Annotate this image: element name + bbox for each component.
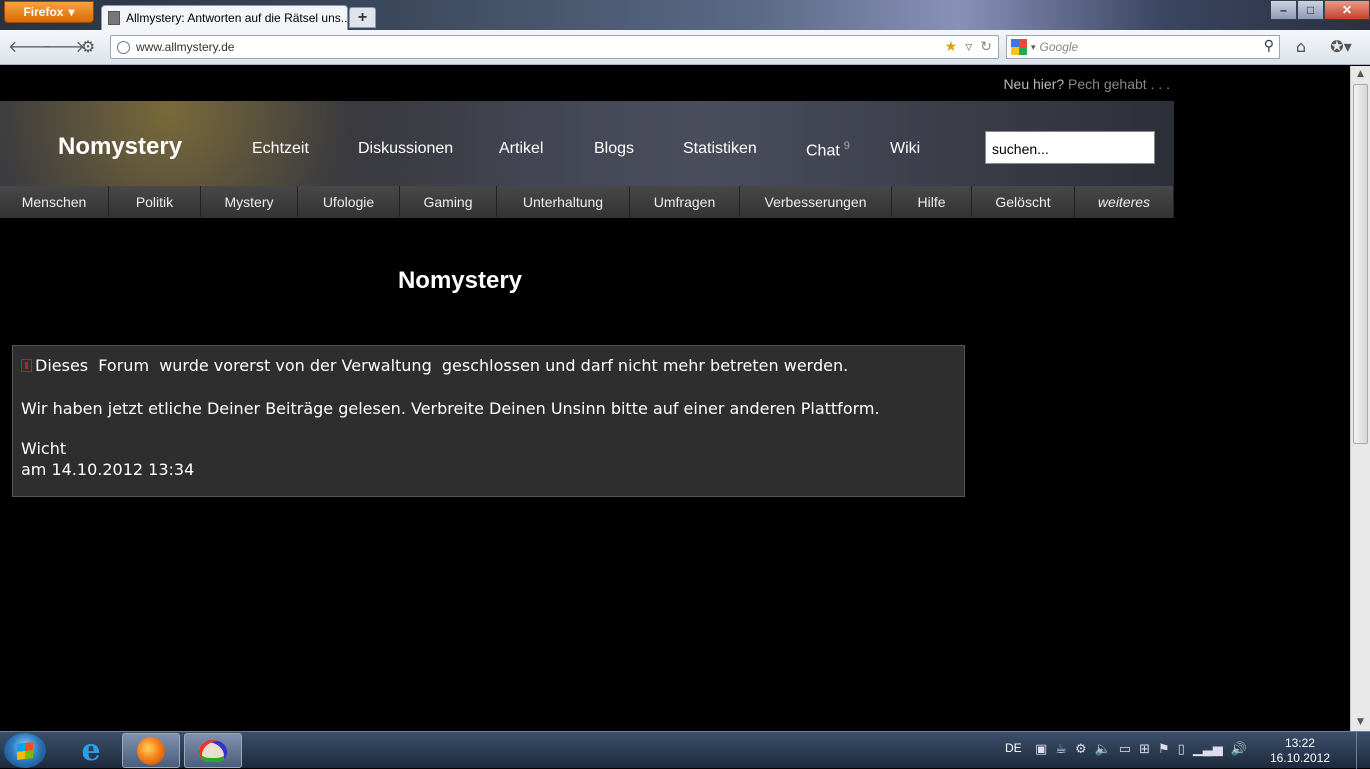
taskbar-paint[interactable] [184, 733, 242, 768]
bookmark-star-icon[interactable]: ★ [945, 39, 958, 55]
firefox-menu-button[interactable]: Firefox ▾ [4, 1, 94, 23]
category-gaming[interactable]: Gaming [400, 186, 497, 218]
nav-item-chat[interactable]: Chat 9 [806, 140, 850, 160]
action-center-flag-icon[interactable]: ⚑ [1158, 742, 1170, 758]
search-placeholder: Google [1039, 40, 1079, 54]
url-text: www.allmystery.de [136, 40, 235, 54]
battery-icon[interactable]: ▯ [1178, 742, 1185, 758]
search-bar[interactable]: ▾ Google ⚲ [1006, 35, 1280, 59]
volume-muted-icon[interactable]: 🔈 [1095, 742, 1111, 758]
taskbar-firefox[interactable] [122, 733, 180, 768]
show-desktop-button[interactable] [1356, 732, 1370, 769]
nav-item-artikel[interactable]: Artikel [499, 140, 543, 158]
device-icon[interactable]: ⚙ [1075, 742, 1087, 758]
nav-item-echtzeit[interactable]: Echtzeit [252, 140, 309, 158]
notice-date: am 14.10.2012 13:34 [21, 460, 195, 479]
forward-arrow-icon[interactable]: 🡒 [42, 38, 85, 56]
clock-date: 16.10.2012 [1269, 751, 1330, 765]
firefox-menu-label: Firefox [23, 5, 64, 19]
network-app-icon[interactable]: ▣ [1035, 742, 1047, 758]
warning-icon [21, 359, 32, 372]
category-bar: Menschen Politik Mystery Ufologie Gaming… [0, 186, 1174, 218]
google-logo-icon [1011, 39, 1027, 55]
browser-navbar: 🡐 🡒 ⚙ www.allmystery.de ★ ▿ ↻ ▾ Google ⚲… [0, 30, 1370, 65]
category-verbesserungen[interactable]: Verbesserungen [740, 186, 892, 218]
clock-time: 13:22 [1284, 736, 1315, 750]
home-icon[interactable]: ⌂ [1291, 38, 1311, 56]
signal-bars-icon[interactable]: ▁▃▅ [1193, 742, 1223, 758]
chevron-down-icon: ▾ [68, 5, 75, 19]
notice-author: Wicht [21, 439, 67, 458]
browser-tab-active[interactable]: Allmystery: Antworten auf die Rätsel uns… [101, 5, 348, 30]
nav-item-wiki[interactable]: Wiki [890, 140, 920, 158]
category-weiteres[interactable]: weiteres [1075, 186, 1174, 218]
maximize-button[interactable]: □ [1297, 0, 1324, 20]
minimize-button[interactable]: – [1270, 0, 1297, 20]
tab-title: Allmystery: Antworten auf die Rätsel uns… [126, 11, 348, 25]
window-titlebar: Firefox ▾ Allmystery: Antworten auf die … [0, 0, 1370, 30]
page-content: Neu hier? Pech gehabt . . . Nomystery Ec… [0, 66, 1350, 731]
url-bar[interactable]: www.allmystery.de ★ ▿ ↻ [110, 35, 999, 59]
search-engine-dropdown-icon[interactable]: ▾ [1031, 42, 1036, 53]
favicon-icon [108, 11, 120, 25]
notice-line-1: Dieses Forum wurde vorerst von der Verwa… [21, 356, 956, 375]
speaker-icon[interactable]: 🔊 [1231, 742, 1247, 758]
scrollbar-thumb[interactable] [1353, 84, 1368, 444]
windows-grid-icon[interactable]: ⊞ [1139, 742, 1150, 758]
site-header: Nomystery Echtzeit Diskussionen Artikel … [0, 101, 1174, 186]
language-indicator[interactable]: DE [1005, 741, 1022, 755]
notice-signature: Wicht am 14.10.2012 13:34 [21, 438, 956, 480]
site-logo[interactable]: Nomystery [58, 133, 182, 161]
notice-line-1-text: Dieses Forum wurde vorerst von der Verwa… [35, 356, 849, 375]
taskbar-internet-explorer[interactable]: e [62, 733, 120, 768]
nav-item-diskussionen[interactable]: Diskussionen [358, 140, 453, 158]
nav-item-blogs[interactable]: Blogs [594, 140, 634, 158]
login-prompt-prefix: Neu hier? [1003, 76, 1065, 92]
forum-closed-notice: Dieses Forum wurde vorerst von der Verwa… [12, 345, 965, 497]
category-unterhaltung[interactable]: Unterhaltung [497, 186, 630, 218]
windows-taskbar: e DE ▣ ☕ ⚙ 🔈 ▭ ⊞ ⚑ ▯ ▁▃▅ 🔊 13:22 16.10.2… [0, 731, 1370, 769]
category-umfragen[interactable]: Umfragen [630, 186, 740, 218]
globe-icon [117, 40, 130, 54]
nav-item-statistiken[interactable]: Statistiken [683, 140, 757, 158]
category-geloescht[interactable]: Gelöscht [972, 186, 1075, 218]
login-link[interactable]: Pech gehabt . . . [1068, 76, 1170, 92]
back-arrow-icon[interactable]: 🡐 [8, 38, 51, 56]
site-search-input[interactable]: suchen... [985, 131, 1155, 164]
java-icon[interactable]: ☕ [1055, 742, 1067, 758]
paint-icon [199, 739, 227, 762]
notice-line-2: Wir haben jetzt etliche Deiner Beiträge … [21, 399, 880, 418]
system-tray: DE ▣ ☕ ⚙ 🔈 ▭ ⊞ ⚑ ▯ ▁▃▅ 🔊 13:22 16.10.201… [973, 732, 1370, 769]
bookmarks-menu-icon[interactable]: ✪▾ [1327, 38, 1355, 56]
chat-count-badge: 9 [843, 140, 850, 152]
reload-icon[interactable]: ↻ [980, 39, 992, 55]
system-clock[interactable]: 13:22 16.10.2012 [1270, 736, 1330, 766]
login-prompt: Neu hier? Pech gehabt . . . [1003, 76, 1170, 92]
start-button[interactable] [4, 733, 46, 768]
window-controls: – □ ✕ [1270, 0, 1370, 20]
addon-icon[interactable]: ⚙ [78, 38, 98, 56]
category-politik[interactable]: Politik [109, 186, 201, 218]
vertical-scrollbar[interactable]: ▲ ▼ [1350, 66, 1370, 731]
category-menschen[interactable]: Menschen [0, 186, 109, 218]
scroll-up-icon[interactable]: ▲ [1351, 66, 1370, 83]
internet-explorer-icon: e [81, 733, 101, 768]
category-ufologie[interactable]: Ufologie [298, 186, 400, 218]
close-button[interactable]: ✕ [1324, 0, 1370, 20]
nav-item-chat-label: Chat [806, 142, 840, 160]
url-bar-actions: ★ ▿ ↻ [945, 39, 992, 55]
tray-icons: ▣ ☕ ⚙ 🔈 ▭ ⊞ ⚑ ▯ ▁▃▅ 🔊 [1035, 742, 1247, 758]
category-hilfe[interactable]: Hilfe [892, 186, 972, 218]
scroll-down-icon[interactable]: ▼ [1351, 714, 1370, 731]
page-title: Nomystery [397, 267, 523, 294]
category-mystery[interactable]: Mystery [201, 186, 298, 218]
display-icon[interactable]: ▭ [1119, 742, 1131, 758]
dropdown-arrow-icon[interactable]: ▿ [965, 39, 972, 55]
firefox-icon [137, 736, 165, 765]
search-icon[interactable]: ⚲ [1264, 38, 1274, 54]
new-tab-button[interactable]: + [349, 7, 376, 28]
